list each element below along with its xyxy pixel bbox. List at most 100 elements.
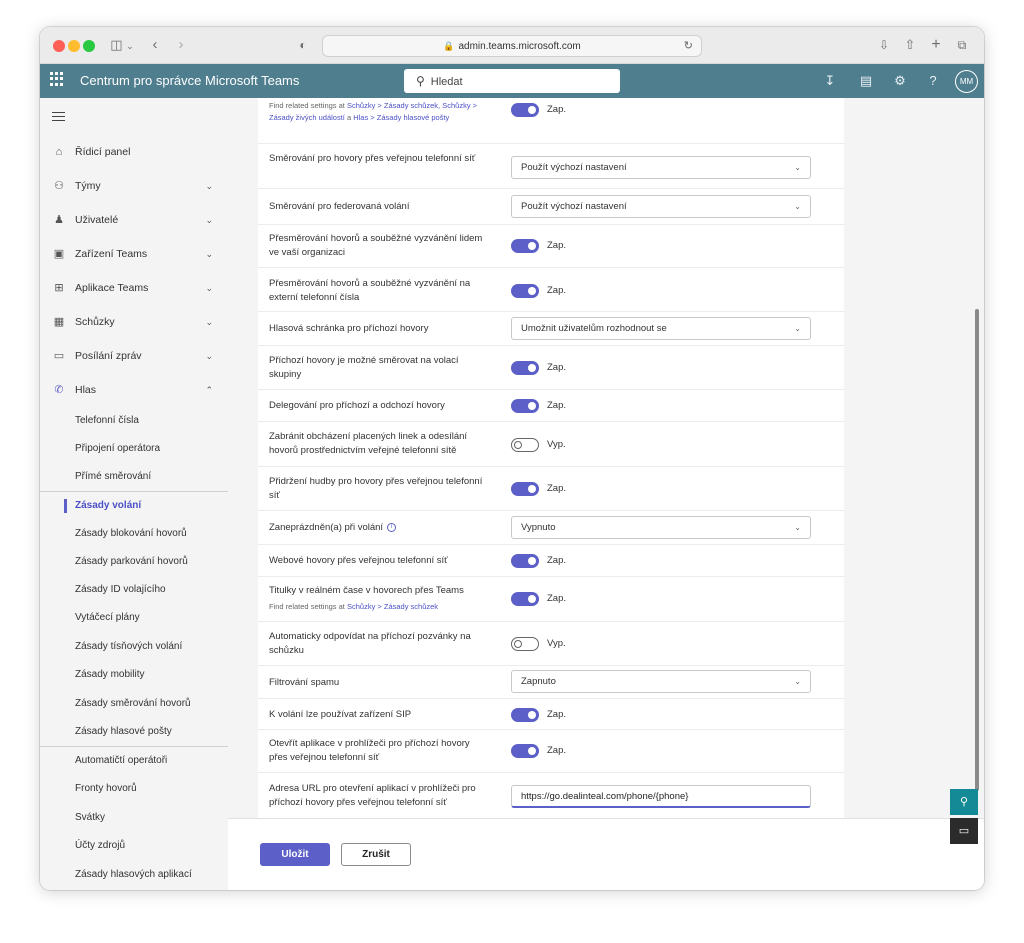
call-groups-toggle[interactable] — [511, 361, 539, 375]
sidebar-item-teams[interactable]: ⚇ Týmy ⌄ — [40, 172, 228, 200]
help-icon[interactable]: ? — [923, 64, 943, 98]
forward-icon[interactable]: › — [174, 35, 188, 55]
sidebar-item-messaging[interactable]: ▭ Posílání zpráv ⌄ — [40, 342, 228, 370]
setting-label: Adresa URL pro otevření aplikací v prohl… — [269, 783, 476, 808]
sidebar-subitem-call-blocking[interactable]: Zásady blokování hovorů — [40, 520, 228, 548]
settings-row-web-pstn: Webové hovory přes veřejnou telefonní sí… — [258, 545, 844, 577]
sidebar-item-label: Uživatelé — [75, 214, 119, 226]
related-settings-note: Find related settings at Schůzky > Zásad… — [269, 100, 489, 124]
sidebar-subitem-voice-apps[interactable]: Zásady hlasových aplikací — [40, 861, 228, 889]
settings-row-toll-bypass: Zabránit obcházení placených linek a ode… — [258, 422, 844, 467]
link-voicemail-policies[interactable]: Hlas > Zásady hlasové pošty — [353, 113, 449, 122]
app-launcher-icon[interactable] — [50, 72, 64, 86]
sidebar-subitem-call-routing[interactable]: Zásady směrování hovorů — [40, 690, 228, 718]
toggle-state-label: Zap. — [547, 709, 567, 720]
browser-url-input[interactable] — [511, 785, 811, 808]
sidebar-subitem-voicemail[interactable]: Zásady hlasové pošty — [40, 718, 228, 746]
sidebar-subitem-emergency[interactable]: Zásady tísňových volání — [40, 633, 228, 661]
setting-label: Webové hovory přes veřejnou telefonní sí… — [269, 555, 448, 566]
maximize-window-button[interactable] — [83, 40, 95, 52]
sidebar-item-label: Týmy — [75, 180, 101, 192]
auto-answer-toggle[interactable] — [511, 637, 539, 651]
settings-row-music-on-hold: Přidržení hudby pro hovory přes veřejnou… — [258, 467, 844, 511]
url-text: admin.teams.microsoft.com — [458, 41, 581, 52]
dropdown-value: Umožnit uživatelům rozhodnout se — [521, 323, 667, 334]
setting-label-text: Zaneprázdněn(a) při volání — [269, 522, 384, 533]
sidebar: ⌂ Řídicí panel ⚇ Týmy ⌄ ♟ Uživatelé ⌄ ▣ … — [40, 98, 228, 890]
dashboard-view-icon[interactable]: ▤ — [856, 64, 876, 98]
sidebar-subitem-resource-accounts[interactable]: Účty zdrojů — [40, 832, 228, 860]
close-window-button[interactable] — [53, 40, 65, 52]
feedback-icon[interactable]: ▭ — [950, 818, 978, 844]
settings-gear-icon[interactable]: ⚙ — [890, 64, 910, 98]
open-apps-browser-toggle[interactable] — [511, 744, 539, 758]
dropdown-value: Zapnuto — [521, 676, 556, 687]
download-icon[interactable]: ⇩ — [876, 35, 892, 55]
save-button[interactable]: Uložit — [260, 843, 330, 866]
web-pstn-toggle[interactable] — [511, 554, 539, 568]
setting-label: Automaticky odpovídat na příchozí pozván… — [269, 631, 471, 656]
settings-row-open-apps-browser: Otevřít aplikace v prohlížeči pro přícho… — [258, 730, 844, 773]
sidebar-subitem-dial-plans[interactable]: Vytáčecí plány — [40, 604, 228, 632]
link-meeting-policies[interactable]: Schůzky > Zásady schůzek — [347, 602, 438, 611]
sidebar-subitem-call-queues[interactable]: Fronty hovorů — [40, 775, 228, 803]
chevron-down-icon: ⌄ — [794, 202, 801, 211]
sidebar-item-users[interactable]: ♟ Uživatelé ⌄ — [40, 206, 228, 234]
sidebar-item-voice[interactable]: ✆ Hlas ⌃ — [40, 376, 228, 404]
music-on-hold-toggle[interactable] — [511, 482, 539, 496]
privacy-shield-icon[interactable]: ◐ — [296, 35, 310, 55]
search-icon: ⚲ — [416, 74, 425, 88]
sidebar-subitem-auto-attendants[interactable]: Automatičtí operátoři — [40, 747, 228, 775]
toll-bypass-toggle[interactable] — [511, 438, 539, 452]
live-captions-toggle[interactable] — [511, 592, 539, 606]
sidebar-subitem-call-park[interactable]: Zásady parkování hovorů — [40, 548, 228, 576]
forwarding-internal-toggle[interactable] — [511, 239, 539, 253]
sidebar-item-devices[interactable]: ▣ Zařízení Teams ⌄ — [40, 240, 228, 268]
link-meeting-policies[interactable]: Schůzky > Zásady schůzek, — [347, 101, 440, 110]
forwarding-external-toggle[interactable] — [511, 284, 539, 298]
sidebar-subitem-holidays[interactable]: Svátky — [40, 804, 228, 832]
sidebar-item-label: Řídicí panel — [75, 146, 131, 158]
sidebar-subitem-direct-routing[interactable]: Přímé směrování — [40, 463, 228, 491]
sidebar-item-apps[interactable]: ⊞ Aplikace Teams ⌄ — [40, 274, 228, 302]
new-tab-icon[interactable]: + — [928, 35, 944, 55]
sip-devices-toggle[interactable] — [511, 708, 539, 722]
search-box[interactable]: ⚲ Hledat — [404, 69, 620, 93]
share-icon[interactable]: ⇧ — [902, 35, 918, 55]
sidebar-subitem-operator-connect[interactable]: Připojení operátora — [40, 435, 228, 463]
hamburger-menu-icon[interactable] — [52, 112, 65, 124]
minimize-window-button[interactable] — [68, 40, 80, 52]
scrollbar[interactable] — [975, 309, 979, 791]
back-icon[interactable]: ‹ — [148, 35, 162, 55]
sidebar-subitem-caller-id[interactable]: Zásady ID volajícího — [40, 576, 228, 604]
federated-routing-dropdown[interactable]: Použít výchozí nastavení ⌄ — [511, 195, 811, 218]
sidebar-item-dashboard[interactable]: ⌂ Řídicí panel — [40, 138, 228, 166]
busy-on-busy-dropdown[interactable]: Vypnuto ⌄ — [511, 516, 811, 539]
cancel-button[interactable]: Zrušit — [341, 843, 411, 866]
chevron-down-icon: ⌄ — [794, 324, 801, 333]
toggle-state-label: Zap. — [547, 593, 567, 604]
reload-icon[interactable]: ↻ — [684, 36, 693, 56]
chevron-down-icon: ⌄ — [205, 283, 213, 293]
help-support-icon[interactable]: ⚲ — [950, 789, 978, 815]
app-header: Centrum pro správce Microsoft Teams ⚲ Hle… — [40, 64, 984, 98]
setting-label: Přidržení hudby pro hovory přes veřejnou… — [269, 476, 483, 501]
dropdown-value: Použít výchozí nastavení — [521, 162, 627, 173]
download-app-icon[interactable]: ↧ — [820, 64, 840, 98]
pstn-routing-dropdown[interactable]: Použít výchozí nastavení ⌄ — [511, 156, 811, 179]
spam-filtering-dropdown[interactable]: Zapnuto ⌄ — [511, 670, 811, 693]
chevron-down-icon: ⌄ — [205, 215, 213, 225]
voicemail-dropdown[interactable]: Umožnit uživatelům rozhodnout se ⌄ — [511, 317, 811, 340]
sidebar-subitem-phone-numbers[interactable]: Telefonní čísla — [40, 407, 228, 435]
tab-overview-icon[interactable]: ⧉ — [954, 35, 970, 55]
sidebar-item-meetings[interactable]: ▦ Schůzky ⌄ — [40, 308, 228, 336]
user-avatar[interactable]: MM — [955, 70, 978, 93]
top-toggle[interactable] — [511, 103, 539, 117]
toggle-state-label: Zap. — [547, 483, 567, 494]
delegation-toggle[interactable] — [511, 399, 539, 413]
sidebar-toggle-icon[interactable]: ◫ ⌄ — [108, 35, 136, 55]
sidebar-subitem-calling-policies[interactable]: Zásady volání — [40, 492, 228, 520]
sidebar-subitem-mobility[interactable]: Zásady mobility — [40, 661, 228, 689]
address-bar[interactable]: 🔒 admin.teams.microsoft.com ↻ — [322, 35, 702, 57]
info-icon[interactable]: i — [387, 522, 397, 532]
